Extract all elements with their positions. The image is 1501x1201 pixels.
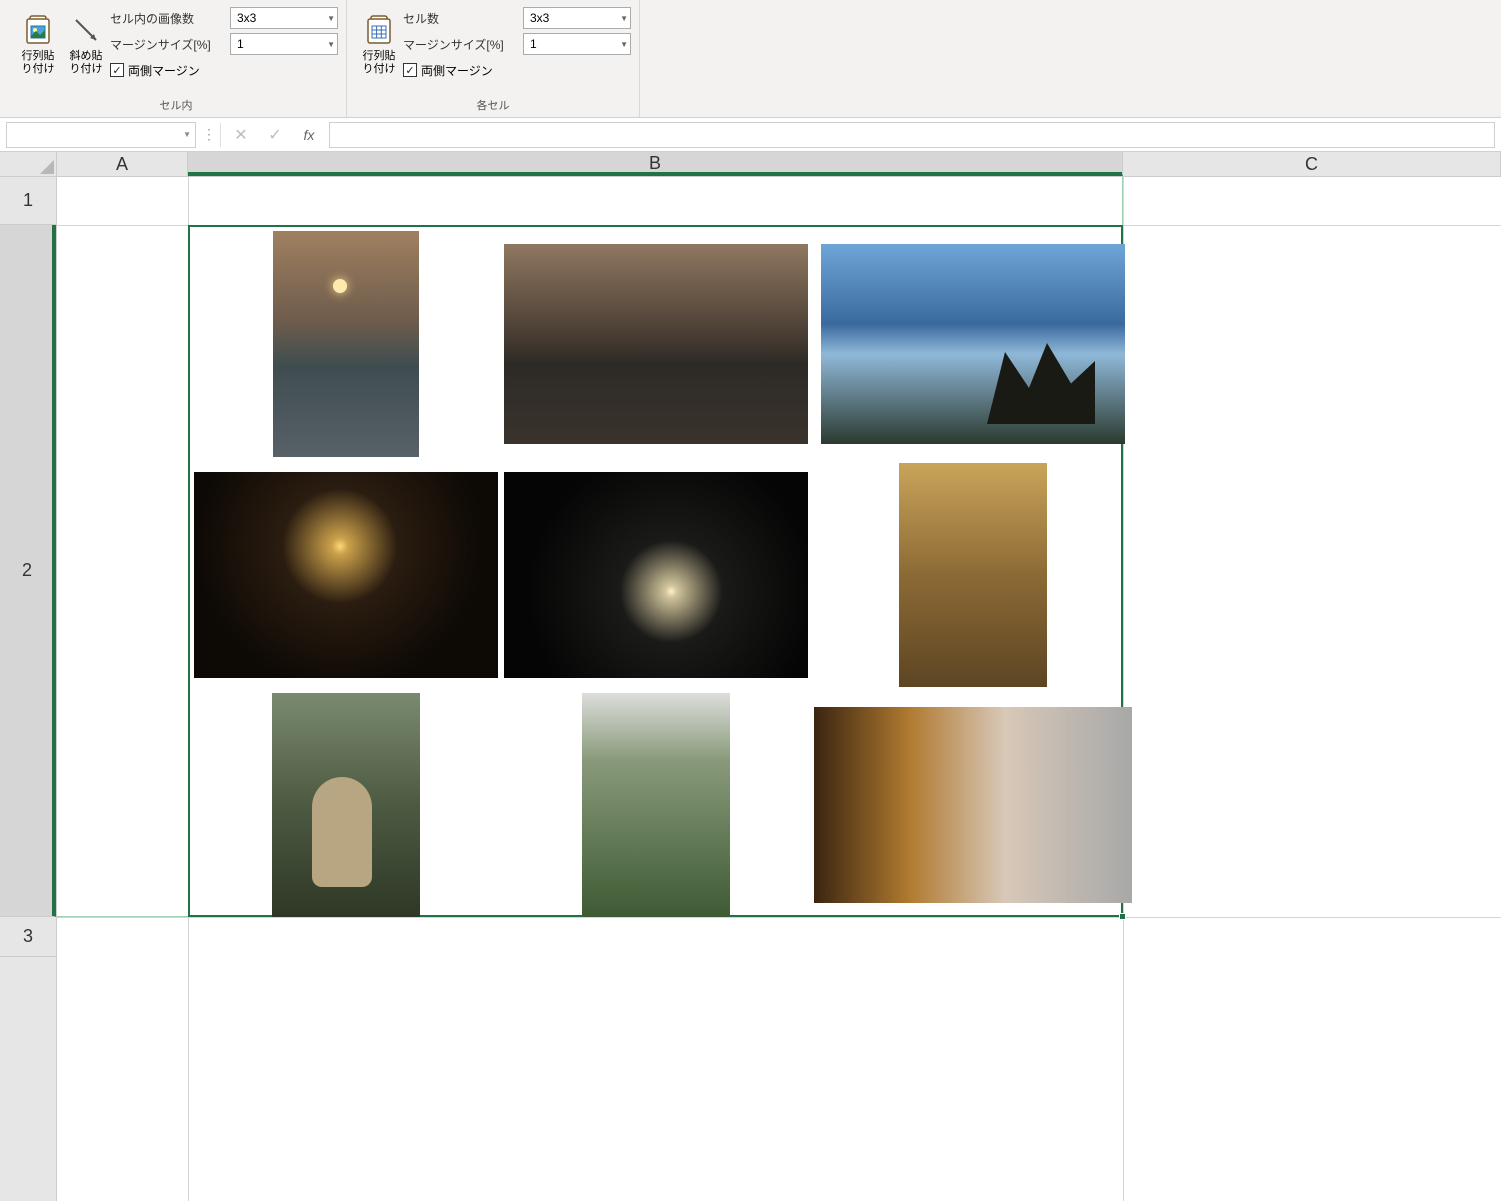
checkbox-label: 両側マージン [128, 62, 200, 79]
column-header-B[interactable]: B [188, 152, 1123, 176]
image-evening-street[interactable] [814, 707, 1132, 903]
images-per-cell-combo[interactable]: 3x3 ▼ [230, 7, 338, 29]
images-per-cell-label: セル内の画像数 [110, 10, 230, 27]
expand-dots-icon[interactable]: ⋮ [202, 126, 214, 143]
chevron-down-icon: ▼ [327, 40, 335, 49]
gridline [188, 177, 189, 1201]
row-headers: 1 2 3 [0, 177, 57, 1201]
paste-rowcol-button-2[interactable]: 行列貼 り付け [355, 4, 403, 84]
combo-value: 1 [237, 37, 244, 51]
checkbox-label: 両側マージン [421, 62, 493, 79]
ribbon-group-cell-inside: 行列貼 り付け 斜め貼 り付け セル内の画像数 3x3 ▼ マージンサイズ[%] [6, 0, 347, 117]
chevron-down-icon: ▼ [620, 14, 628, 23]
column-header-C[interactable]: C [1123, 152, 1501, 176]
row-header-2[interactable]: 2 [0, 225, 56, 917]
margin-size-label-2: マージンサイズ[%] [403, 36, 523, 53]
combo-value: 3x3 [237, 11, 256, 25]
clipboard-image-icon [22, 14, 54, 46]
cell-count-label: セル数 [403, 10, 523, 27]
column-headers: A B C [57, 152, 1501, 177]
image-sunset-portrait[interactable] [273, 231, 419, 457]
paste-rowcol-button-1[interactable]: 行列貼 り付け [14, 4, 62, 84]
cells-canvas[interactable] [57, 177, 1501, 1201]
paste-diagonal-button[interactable]: 斜め貼 り付け [62, 4, 110, 84]
combo-value: 3x3 [530, 11, 549, 25]
checkbox-icon: ✓ [403, 63, 417, 77]
chevron-down-icon: ▼ [327, 14, 335, 23]
button-label: 行列貼 り付け [22, 50, 55, 76]
cell-count-combo[interactable]: 3x3 ▼ [523, 7, 631, 29]
image-indoor-warm[interactable] [899, 463, 1047, 687]
ribbon-group-each-cell: 行列貼 り付け セル数 3x3 ▼ マージンサイズ[%] 1 ▼ [347, 0, 640, 117]
both-margin-checkbox-2[interactable]: ✓ 両側マージン [403, 62, 493, 79]
chevron-down-icon: ▼ [183, 130, 191, 139]
gridline [57, 917, 1501, 918]
divider [220, 123, 221, 147]
check-icon: ✓ [268, 125, 281, 145]
spreadsheet-grid[interactable]: A B C 1 2 3 [0, 152, 1501, 1201]
margin-size-combo-2[interactable]: 1 ▼ [523, 33, 631, 55]
image-moon-clouds[interactable] [504, 472, 808, 678]
margin-size-label-1: マージンサイズ[%] [110, 36, 230, 53]
margin-size-combo-1[interactable]: 1 ▼ [230, 33, 338, 55]
gridline [57, 225, 1501, 226]
button-label: 行列貼 り付け [363, 50, 396, 76]
cancel-formula-button: ✕ [227, 122, 255, 148]
ribbon-group-label-2: 各セル [355, 97, 631, 117]
ribbon-toolbar: 行列貼 り付け 斜め貼 り付け セル内の画像数 3x3 ▼ マージンサイズ[%] [0, 0, 1501, 118]
row-header-3[interactable]: 3 [0, 917, 56, 957]
diagonal-arrow-icon [70, 14, 102, 46]
formula-bar: ▼ ⋮ ✕ ✓ fx [0, 118, 1501, 152]
image-ocean-rocks[interactable] [821, 244, 1125, 444]
formula-input[interactable] [329, 122, 1495, 148]
image-forest-path[interactable] [582, 693, 730, 917]
row-header-1[interactable]: 1 [0, 177, 56, 225]
image-grid-3x3 [190, 227, 1121, 915]
image-cherub-statue[interactable] [272, 693, 420, 917]
combo-value: 1 [530, 37, 537, 51]
insert-function-button[interactable]: fx [295, 122, 323, 148]
button-label: 斜め貼 り付け [70, 50, 103, 76]
accept-formula-button: ✓ [261, 122, 289, 148]
select-all-corner[interactable] [0, 152, 57, 177]
image-moon-orange[interactable] [194, 472, 498, 678]
both-margin-checkbox-1[interactable]: ✓ 両側マージン [110, 62, 200, 79]
clipboard-grid-icon [363, 14, 395, 46]
ribbon-group-label-1: セル内 [14, 97, 338, 117]
column-header-A[interactable]: A [57, 152, 188, 176]
image-sunset-wide[interactable] [504, 244, 808, 444]
chevron-down-icon: ▼ [620, 40, 628, 49]
fx-icon: fx [304, 127, 315, 143]
close-icon: ✕ [234, 125, 247, 145]
checkbox-icon: ✓ [110, 63, 124, 77]
name-box[interactable]: ▼ [6, 122, 196, 148]
